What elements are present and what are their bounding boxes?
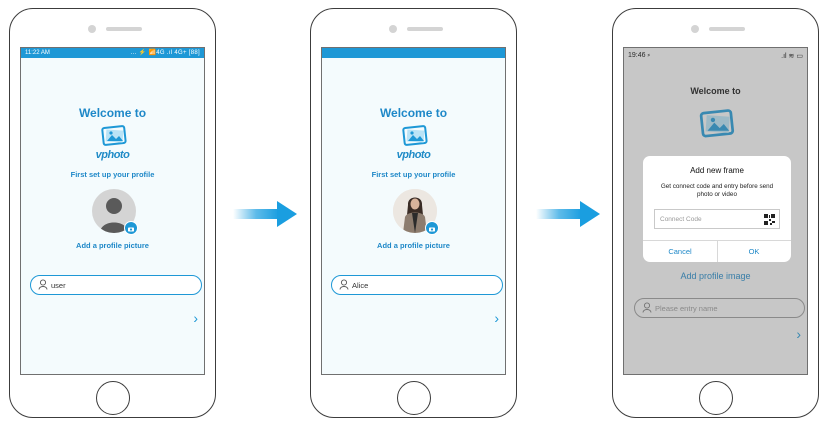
- camera-dot: [88, 25, 96, 33]
- camera-dot: [389, 25, 397, 33]
- speaker-grille: [106, 27, 142, 31]
- next-chevron-icon[interactable]: ›: [193, 310, 198, 326]
- add-frame-dialog: Add new frame Get connect code and entry…: [643, 156, 791, 262]
- qr-code-icon[interactable]: [764, 214, 775, 225]
- name-field[interactable]: Alice: [331, 275, 503, 295]
- user-icon: [38, 279, 48, 290]
- flow-arrow-icon: [536, 201, 600, 227]
- camera-dot: [691, 25, 699, 33]
- welcome-heading: Welcome to: [78, 106, 147, 120]
- connect-code-placeholder: Connect Code: [660, 216, 702, 223]
- setup-subtitle: First set up your profile: [371, 170, 456, 179]
- setup-subtitle: First set up your profile: [70, 170, 155, 179]
- phone-screen-3: 19:46 ⸗ .ıl ≋ ▭ Welcome to Add profile i…: [623, 47, 808, 375]
- vphoto-logo-icon: [402, 125, 428, 146]
- speaker-grille: [407, 27, 443, 31]
- phone-frame-2: Welcome to vphoto First set up your prof…: [310, 8, 517, 418]
- flow-arrow-icon: [233, 201, 297, 227]
- brand-name: vphoto: [95, 149, 130, 161]
- phone-screen-1: 11:22 AM ... ⚡ 📶4G .ıl 4G+ [88] Welcome …: [20, 47, 205, 375]
- speaker-grille: [709, 27, 745, 31]
- vphoto-logo-icon: [101, 125, 127, 146]
- ok-button[interactable]: OK: [717, 247, 791, 256]
- android-status-bar: 11:22 AM ... ⚡ 📶4G .ıl 4G+ [88]: [21, 48, 204, 58]
- name-value: Alice: [352, 281, 369, 290]
- home-button[interactable]: [397, 381, 431, 415]
- phone-frame-3: 19:46 ⸗ .ıl ≋ ▭ Welcome to Add profile i…: [612, 8, 819, 418]
- next-chevron-icon[interactable]: ›: [494, 310, 499, 326]
- home-button[interactable]: [699, 381, 733, 415]
- camera-icon[interactable]: [425, 221, 439, 235]
- name-value: user: [51, 281, 66, 290]
- add-profile-picture-link[interactable]: Add a profile picture: [21, 241, 204, 250]
- dialog-message: Get connect code and entry before send p…: [660, 183, 774, 198]
- status-time: 11:22 AM: [25, 50, 50, 56]
- add-profile-picture-link[interactable]: Add a profile picture: [322, 241, 505, 250]
- name-field[interactable]: user: [30, 275, 202, 295]
- user-icon: [339, 279, 349, 290]
- status-icons: ... ⚡ 📶4G .ıl 4G+ [88]: [130, 50, 200, 56]
- status-bar: [322, 48, 505, 58]
- phone-frame-1: 11:22 AM ... ⚡ 📶4G .ıl 4G+ [88] Welcome …: [9, 8, 216, 418]
- connect-code-input[interactable]: Connect Code: [654, 209, 780, 229]
- camera-icon[interactable]: [124, 221, 138, 235]
- phone-screen-2: Welcome to vphoto First set up your prof…: [321, 47, 506, 375]
- home-button[interactable]: [96, 381, 130, 415]
- brand-name: vphoto: [396, 149, 431, 161]
- dialog-title: Add new frame: [690, 166, 744, 175]
- cancel-button[interactable]: Cancel: [643, 247, 717, 256]
- welcome-heading: Welcome to: [379, 106, 448, 120]
